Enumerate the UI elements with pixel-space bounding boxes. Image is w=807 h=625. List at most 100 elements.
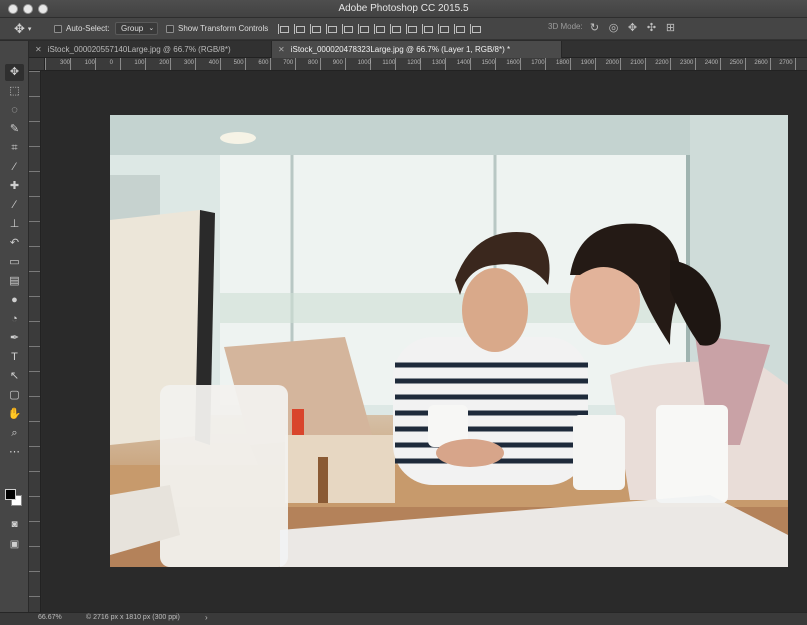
distribute-left-icon[interactable]	[422, 23, 433, 35]
pen-icon[interactable]: ✒	[5, 330, 24, 347]
ruler-origin[interactable]	[29, 58, 45, 71]
3d-mode-label: 3D Mode:	[548, 22, 583, 31]
clone-stamp-icon[interactable]: ⊥	[5, 216, 24, 233]
align-bottom-icon[interactable]	[358, 23, 369, 35]
auto-align-icon[interactable]	[470, 23, 481, 35]
align-middle-icon[interactable]	[342, 23, 353, 35]
ruler-mark: 800	[308, 60, 319, 66]
3d-scale-icon[interactable]: ⊞	[664, 22, 677, 35]
ruler-mark: 1600	[506, 60, 520, 66]
ruler-mark: 1000	[357, 60, 371, 66]
brush-icon[interactable]: ∕	[5, 197, 24, 214]
vertical-ruler[interactable]	[29, 71, 41, 612]
auto-select-checkbox[interactable]	[54, 24, 62, 33]
eyedropper-icon[interactable]: ⁄	[5, 159, 24, 176]
screen-mode-icon[interactable]: ▣	[5, 536, 24, 553]
path-selection-icon[interactable]: ↖	[5, 368, 24, 385]
document-size: © 2716 px x 1810 px (300 ppi)	[86, 614, 180, 621]
ruler-mark: 600	[258, 60, 269, 66]
ruler-mark: 2100	[630, 60, 644, 66]
align-distribute-group	[278, 18, 481, 40]
ruler-mark: 1900	[580, 60, 595, 66]
align-right-icon[interactable]	[310, 23, 321, 35]
ruler-mark: 2000	[605, 60, 619, 66]
tab-document-1[interactable]: ✕ iStock_000020557140Large.jpg @ 66.7% (…	[29, 41, 272, 58]
spot-healing-icon[interactable]: ✚	[5, 178, 24, 195]
align-center-icon[interactable]	[294, 23, 305, 35]
dodge-icon[interactable]: ◔	[5, 311, 24, 328]
move-tool-icon[interactable]: ✥	[5, 64, 24, 81]
ruler-mark: 300	[184, 60, 195, 66]
photo-office-scene	[110, 115, 788, 567]
ruler-mark: 100	[84, 60, 95, 66]
auto-select-label: Auto-Select:	[66, 24, 110, 33]
zoom-icon[interactable]: ⌕	[5, 425, 24, 442]
ruler-mark: 1800	[556, 60, 570, 66]
tab-document-2[interactable]: ✕ iStock_000020478323Large.jpg @ 66.7% (…	[272, 41, 562, 58]
ruler-mark: 1200	[407, 60, 421, 66]
distribute-middle-icon[interactable]	[390, 23, 401, 35]
ruler-mark: 900	[332, 60, 343, 66]
ruler-mark: 2700	[779, 60, 793, 66]
quick-mask-icon[interactable]: ◙	[5, 516, 24, 533]
3d-slide-icon[interactable]: ✣	[645, 22, 658, 35]
close-tab-icon[interactable]: ✕	[278, 45, 285, 54]
blur-icon[interactable]: ●	[5, 292, 24, 309]
ruler-mark: 2600	[754, 60, 768, 66]
rectangular-marquee-icon[interactable]: ⬚	[5, 83, 24, 100]
ruler-mark: 0	[109, 60, 113, 66]
rectangle-shape-icon[interactable]: ▢	[5, 387, 24, 404]
distribute-bottom-icon[interactable]	[406, 23, 417, 35]
ruler-mark: 1300	[432, 60, 446, 66]
ruler-mark: 1100	[382, 60, 396, 66]
hand-icon[interactable]: ✋	[5, 406, 24, 423]
ruler-mark: 1500	[481, 60, 495, 66]
crop-icon[interactable]: ⌗	[5, 140, 24, 157]
ruler-mark: 200	[159, 60, 170, 66]
ruler-mark: 1700	[531, 60, 545, 66]
distribute-right-icon[interactable]	[454, 23, 465, 35]
options-bar: ✥ ▾ Auto-Select: Group ⌄ Show Transform C…	[0, 18, 807, 40]
show-transform-label: Show Transform Controls	[178, 24, 269, 33]
status-menu-icon[interactable]: ›	[205, 613, 208, 622]
ruler-mark: 2400	[704, 60, 719, 66]
show-transform-checkbox[interactable]	[166, 24, 174, 33]
eraser-icon[interactable]: ▭	[5, 254, 24, 271]
auto-select-dropdown[interactable]: Group ⌄	[115, 22, 159, 35]
ruler-mark: 1400	[456, 60, 471, 66]
close-tab-icon[interactable]: ✕	[35, 45, 42, 54]
zoom-level[interactable]: 66.67%	[38, 614, 62, 621]
title-bar: Adobe Photoshop CC 2015.5	[0, 0, 807, 18]
foreground-color-swatch[interactable]	[5, 489, 16, 500]
move-tool-icon[interactable]: ✥ ▾	[14, 18, 31, 39]
tab-label: iStock_000020478323Large.jpg @ 66.7% (La…	[290, 45, 511, 54]
ruler-mark: 700	[283, 60, 294, 66]
3d-roll-icon[interactable]: ◎	[607, 22, 620, 35]
ruler-mark: 500	[233, 60, 244, 66]
tab-label: iStock_000020557140Large.jpg @ 66.7% (RG…	[47, 45, 231, 54]
document-tabs: ✕ iStock_000020557140Large.jpg @ 66.7% (…	[29, 41, 807, 58]
status-bar: 66.67% © 2716 px x 1810 px (300 ppi) ›	[0, 612, 807, 625]
quick-selection-icon[interactable]: ✎	[5, 121, 24, 138]
more-tools-icon[interactable]: ⋯	[5, 444, 24, 461]
ruler-mark: 300	[60, 60, 71, 66]
document-canvas[interactable]	[110, 115, 788, 567]
distribute-center-icon[interactable]	[438, 23, 449, 35]
tools-panel: ✥ ⬚ ◌ ✎ ⌗ ⁄ ✚ ∕ ⊥ ↶ ▭ ▤ ● ◔ ✒ T ↖ ▢ ✋ ⌕ ⋯ ◙ ▣	[0, 41, 29, 612]
distribute-top-icon[interactable]	[374, 23, 385, 35]
align-left-icon[interactable]	[278, 23, 289, 35]
window-title: Adobe Photoshop CC 2015.5	[338, 3, 469, 14]
type-icon[interactable]: T	[5, 349, 24, 366]
horizontal-ruler[interactable]: 300 100 0 100 200 300 400 500 600 700 800 900 1000 11…	[45, 58, 807, 71]
chevron-down-icon: ⌄	[148, 25, 155, 32]
align-top-icon[interactable]	[326, 23, 337, 35]
ruler-mark: 2200	[655, 60, 669, 66]
gradient-icon[interactable]: ▤	[5, 273, 24, 290]
history-brush-icon[interactable]: ↶	[5, 235, 24, 252]
3d-pan-icon[interactable]: ✥	[626, 22, 639, 35]
lasso-icon[interactable]: ◌	[5, 102, 24, 119]
ruler-mark: 2500	[729, 60, 743, 66]
ruler-mark: 2300	[680, 60, 694, 66]
ruler-mark: 100	[134, 60, 145, 66]
3d-rotate-icon[interactable]: ↻	[588, 22, 601, 35]
